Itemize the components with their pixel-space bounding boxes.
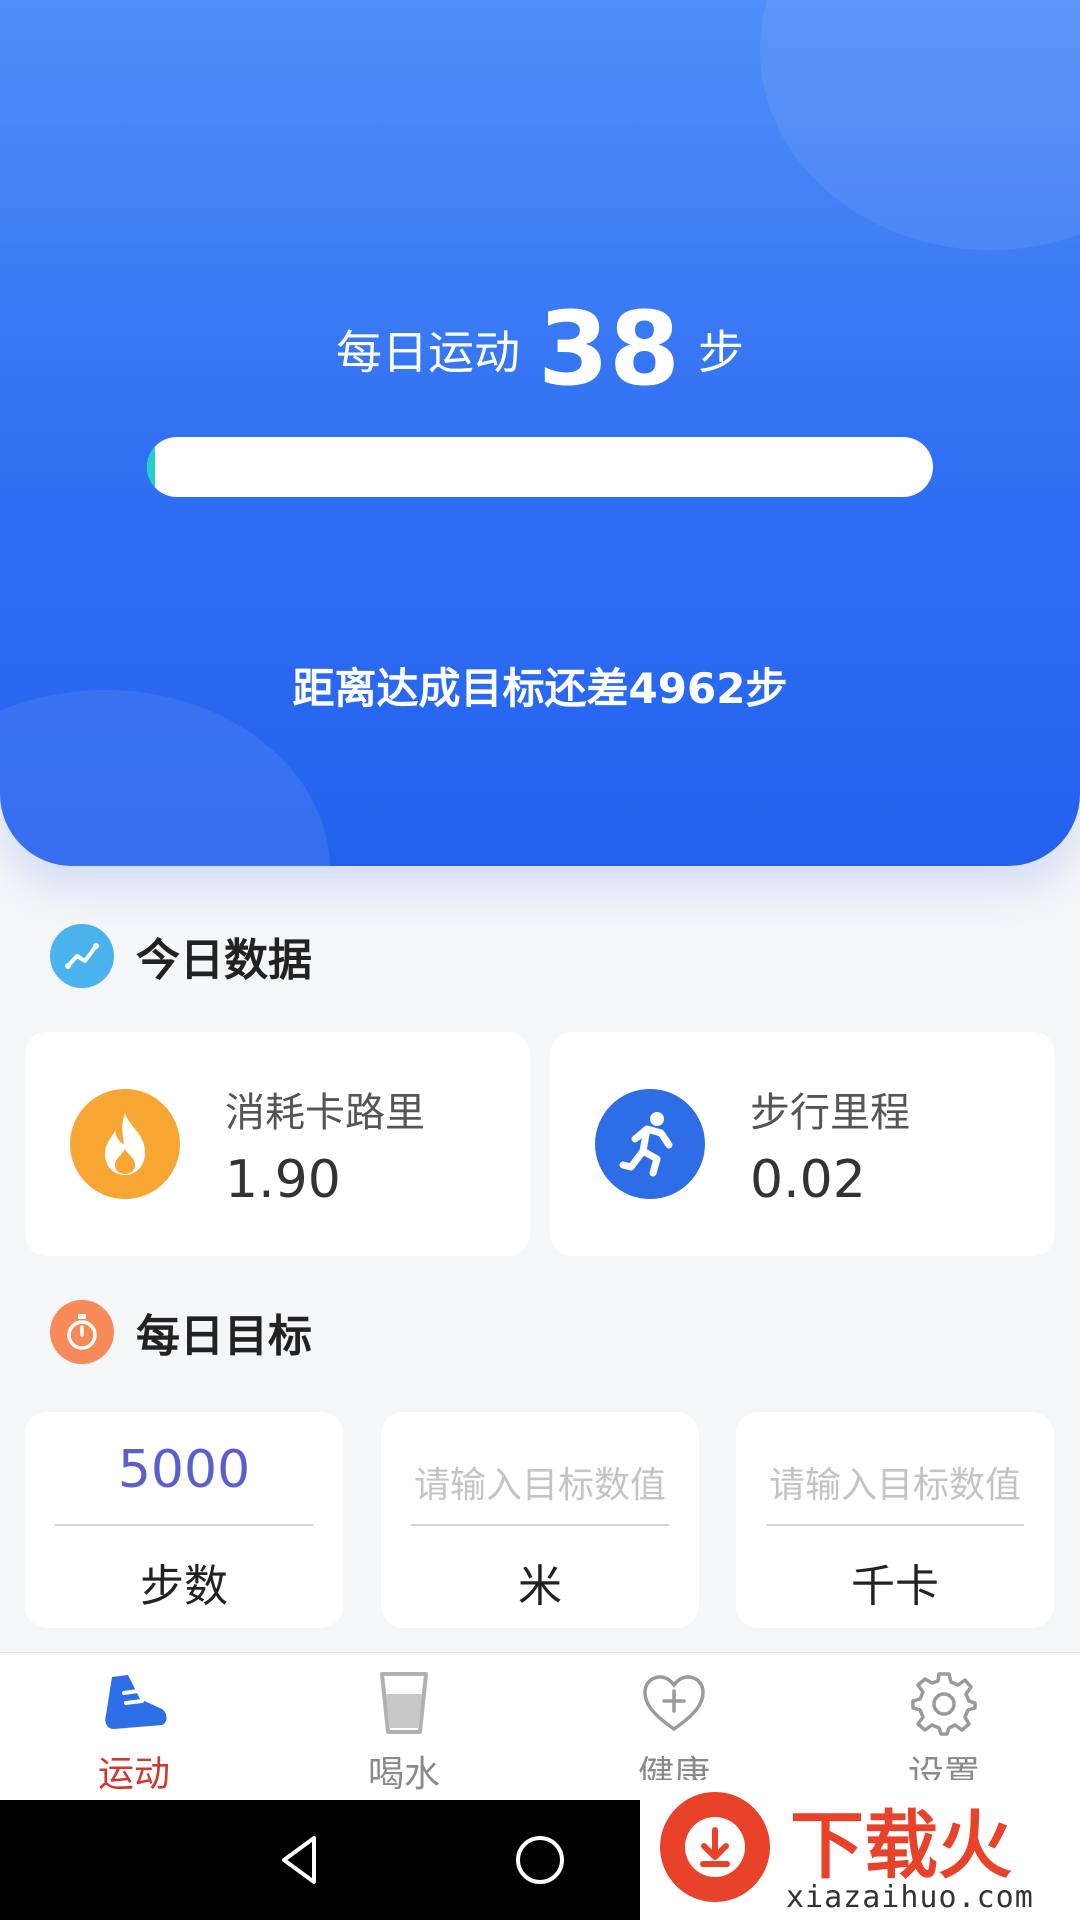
calories-label: 消耗卡路里 [225,1090,425,1136]
calories-goal-input[interactable]: 请输入目标数值 [736,1456,1054,1508]
input-underline [411,1524,669,1526]
calories-value: 1.90 [225,1150,341,1210]
calories-card: 消耗卡路里 1.90 [25,1032,530,1256]
watermark-url: xiazaihuo.com [786,1880,1034,1915]
download-icon [660,1792,770,1902]
daily-steps-title: 每日运动 38 步 [0,290,1080,409]
input-underline [55,1524,313,1526]
bottom-tab-bar: 运动 喝水 健康 设置 [0,1652,1080,1801]
distance-value: 0.02 [750,1150,866,1210]
watermark-text: 下载火 [790,1803,1012,1889]
tab-exercise[interactable]: 运动 [44,1667,224,1797]
distance-goal-unit: 米 [518,1561,562,1612]
distance-label: 步行里程 [750,1090,910,1136]
trend-icon [50,924,114,988]
tab-health[interactable]: 健康 [584,1667,764,1797]
back-icon[interactable] [270,1830,330,1890]
tab-label: 运动 [97,1754,170,1795]
calories-goal-unit: 千卡 [851,1561,939,1612]
steps-progress-fill [147,437,155,497]
decor-circle [760,0,1080,250]
daily-steps-header: 每日运动 38 步 距离达成目标还差4962步 [0,0,1080,866]
section-title: 今日数据 [136,935,312,986]
tab-water[interactable]: 喝水 [314,1667,494,1797]
distance-goal-card[interactable]: 请输入目标数值 米 [381,1412,699,1628]
steps-goal-input[interactable]: 5000 [25,1440,343,1500]
calories-goal-card[interactable]: 请输入目标数值 千卡 [736,1412,1054,1628]
distance-card: 步行里程 0.02 [550,1032,1055,1256]
remaining-steps-text: 距离达成目标还差4962步 [292,664,788,713]
distance-goal-input[interactable]: 请输入目标数值 [381,1456,699,1508]
heart-plus-icon [584,1667,764,1739]
shoe-icon [44,1667,224,1739]
cup-icon [314,1667,494,1739]
daily-steps-label: 每日运动 [336,325,521,380]
steps-unit: 步 [697,325,744,380]
watermark-logo: 下载火 xiazaihuo.com [640,1780,1080,1920]
stopwatch-icon [50,1300,114,1364]
decor-circle [0,690,330,866]
steps-goal-unit: 步数 [140,1561,228,1612]
today-data-header: 今日数据 [50,924,312,988]
steps-goal-card[interactable]: 5000 步数 [25,1412,343,1628]
section-title: 每日目标 [136,1311,312,1362]
gear-icon [854,1667,1034,1739]
steps-count: 38 [538,290,680,409]
tab-settings[interactable]: 设置 [854,1667,1034,1797]
fire-icon [70,1089,180,1199]
running-icon [595,1089,705,1199]
steps-progress-bar [147,437,933,497]
home-icon[interactable] [510,1830,570,1890]
input-underline [766,1524,1024,1526]
daily-goal-header: 每日目标 [50,1300,312,1364]
tab-label: 喝水 [367,1754,440,1795]
